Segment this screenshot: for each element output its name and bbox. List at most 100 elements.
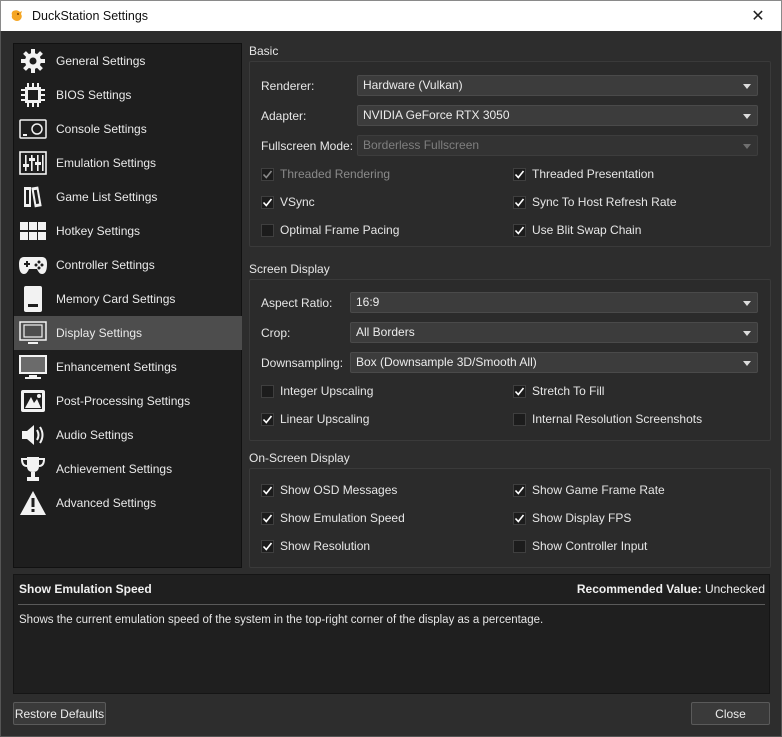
- show-emulation-speed-checkbox[interactable]: Show Emulation Speed: [261, 510, 405, 526]
- sidebar-item-game-list[interactable]: Game List Settings: [14, 180, 242, 214]
- sidebar-item-emulation[interactable]: Emulation Settings: [14, 146, 242, 180]
- checkbox-label: Show Display FPS: [532, 511, 632, 525]
- checkbox-empty: [261, 384, 274, 398]
- warning-icon: [18, 488, 48, 518]
- sidebar-item-achievement[interactable]: Achievement Settings: [14, 452, 242, 486]
- threaded-rendering-checkbox[interactable]: Threaded Rendering: [261, 166, 390, 182]
- checkbox-empty: [261, 223, 274, 237]
- checkbox-label: Show Game Frame Rate: [532, 483, 665, 497]
- downsampling-label: Downsampling:: [261, 356, 344, 370]
- checkmark-icon: [513, 511, 526, 525]
- close-window-button[interactable]: ✕: [735, 1, 781, 31]
- chevron-down-icon: [743, 301, 751, 306]
- show-game-frame-rate-checkbox[interactable]: Show Game Frame Rate: [513, 482, 665, 498]
- blit-swap-chain-checkbox[interactable]: Use Blit Swap Chain: [513, 222, 641, 238]
- sidebar-item-advanced[interactable]: Advanced Settings: [14, 486, 242, 520]
- description-text: Shows the current emulation speed of the…: [19, 614, 544, 626]
- fullscreen-mode-select[interactable]: Borderless Fullscreen: [357, 135, 758, 156]
- checkmark-icon: [261, 483, 274, 497]
- show-resolution-checkbox[interactable]: Show Resolution: [261, 538, 370, 554]
- renderer-label: Renderer:: [261, 79, 315, 93]
- checkbox-empty: [513, 539, 526, 553]
- books-icon: [18, 182, 48, 212]
- monitor-icon: [18, 318, 48, 348]
- chevron-down-icon: [743, 114, 751, 119]
- console-icon: [18, 114, 48, 144]
- checkbox-label: Threaded Rendering: [280, 167, 391, 181]
- sidebar-item-display[interactable]: Display Settings: [14, 316, 242, 350]
- osd-group-title: On-Screen Display: [249, 451, 350, 465]
- adapter-label: Adapter:: [261, 109, 307, 123]
- checkbox-label: Integer Upscaling: [280, 384, 374, 398]
- restore-defaults-button[interactable]: Restore Defaults: [13, 702, 106, 725]
- title-bar: DuckStation Settings ✕: [0, 0, 782, 31]
- checkmark-icon: [513, 195, 526, 209]
- checkbox-label: Show Emulation Speed: [280, 511, 405, 525]
- checkmark-icon: [261, 511, 274, 525]
- internal-resolution-screenshots-checkbox[interactable]: Internal Resolution Screenshots: [513, 411, 702, 427]
- keyboard-icon: [18, 216, 48, 246]
- description-title: Show Emulation Speed: [19, 582, 152, 596]
- integer-upscaling-checkbox[interactable]: Integer Upscaling: [261, 383, 373, 399]
- duck-app-icon: [11, 10, 22, 21]
- renderer-select[interactable]: Hardware (Vulkan): [357, 75, 758, 96]
- sidebar-item-label: BIOS Settings: [56, 88, 132, 102]
- sidebar-item-console[interactable]: Console Settings: [14, 112, 242, 146]
- sidebar-item-enhancement[interactable]: Enhancement Settings: [14, 350, 242, 384]
- crop-select[interactable]: All Borders: [350, 322, 758, 343]
- sidebar-item-controller[interactable]: Controller Settings: [14, 248, 242, 282]
- sidebar-item-post-processing[interactable]: Post-Processing Settings: [14, 384, 242, 418]
- fullscreen-mode-value: Borderless Fullscreen: [363, 138, 480, 152]
- sidebar-item-label: Game List Settings: [56, 190, 158, 204]
- show-osd-messages-checkbox[interactable]: Show OSD Messages: [261, 482, 397, 498]
- threaded-presentation-checkbox[interactable]: Threaded Presentation: [513, 166, 654, 182]
- stretch-to-fill-checkbox[interactable]: Stretch To Fill: [513, 383, 604, 399]
- chevron-down-icon: [743, 331, 751, 336]
- basic-group-title: Basic: [249, 44, 279, 58]
- gear-icon: [18, 46, 48, 76]
- vsync-checkbox[interactable]: VSync: [261, 194, 315, 210]
- sliders-icon: [18, 148, 48, 178]
- sidebar-item-general[interactable]: General Settings: [14, 44, 242, 78]
- enhanced-monitor-icon: [18, 352, 48, 382]
- downsampling-value: Box (Downsample 3D/Smooth All): [356, 355, 537, 369]
- crop-value: All Borders: [356, 325, 415, 339]
- sidebar-item-bios[interactable]: BIOS Settings: [14, 78, 242, 112]
- checkmark-icon: [261, 412, 274, 426]
- renderer-value: Hardware (Vulkan): [363, 78, 463, 92]
- checkbox-label: Optimal Frame Pacing: [280, 223, 400, 237]
- sidebar-item-hotkey[interactable]: Hotkey Settings: [14, 214, 242, 248]
- chevron-down-icon: [743, 361, 751, 366]
- checkbox-empty: [513, 412, 526, 426]
- aspect-ratio-select[interactable]: 16:9: [350, 292, 758, 313]
- show-display-fps-checkbox[interactable]: Show Display FPS: [513, 510, 631, 526]
- optimal-frame-pacing-checkbox[interactable]: Optimal Frame Pacing: [261, 222, 399, 238]
- chevron-down-icon: [743, 84, 751, 89]
- downsampling-select[interactable]: Box (Downsample 3D/Smooth All): [350, 352, 758, 373]
- sidebar-item-memory-card[interactable]: Memory Card Settings: [14, 282, 242, 316]
- sidebar-item-label: Enhancement Settings: [56, 360, 177, 374]
- checkbox-label: Threaded Presentation: [532, 167, 655, 181]
- trophy-icon: [18, 454, 48, 484]
- description-divider: [18, 604, 765, 605]
- linear-upscaling-checkbox[interactable]: Linear Upscaling: [261, 411, 369, 427]
- sidebar-item-label: Memory Card Settings: [56, 292, 176, 306]
- aspect-ratio-value: 16:9: [356, 295, 380, 309]
- memory-card-icon: [18, 284, 48, 314]
- sidebar-item-audio[interactable]: Audio Settings: [14, 418, 242, 452]
- adapter-select[interactable]: NVIDIA GeForce RTX 3050: [357, 105, 758, 126]
- checkbox-label: Sync To Host Refresh Rate: [532, 195, 677, 209]
- sidebar-item-label: Post-Processing Settings: [56, 394, 191, 408]
- chevron-down-icon: [743, 144, 751, 149]
- close-button[interactable]: Close: [691, 702, 770, 725]
- settings-window: General Settings BIOS Settings Console S…: [0, 31, 782, 737]
- sidebar-item-label: Audio Settings: [56, 428, 134, 442]
- recommended-value: Recommended Value: Unchecked: [577, 582, 765, 596]
- sidebar-item-label: Controller Settings: [56, 258, 155, 272]
- settings-sidebar: General Settings BIOS Settings Console S…: [13, 43, 242, 568]
- checkbox-label: Show OSD Messages: [280, 483, 398, 497]
- show-controller-input-checkbox[interactable]: Show Controller Input: [513, 538, 647, 554]
- speaker-icon: [18, 420, 48, 450]
- sync-host-refresh-checkbox[interactable]: Sync To Host Refresh Rate: [513, 194, 677, 210]
- sidebar-item-label: General Settings: [56, 54, 146, 68]
